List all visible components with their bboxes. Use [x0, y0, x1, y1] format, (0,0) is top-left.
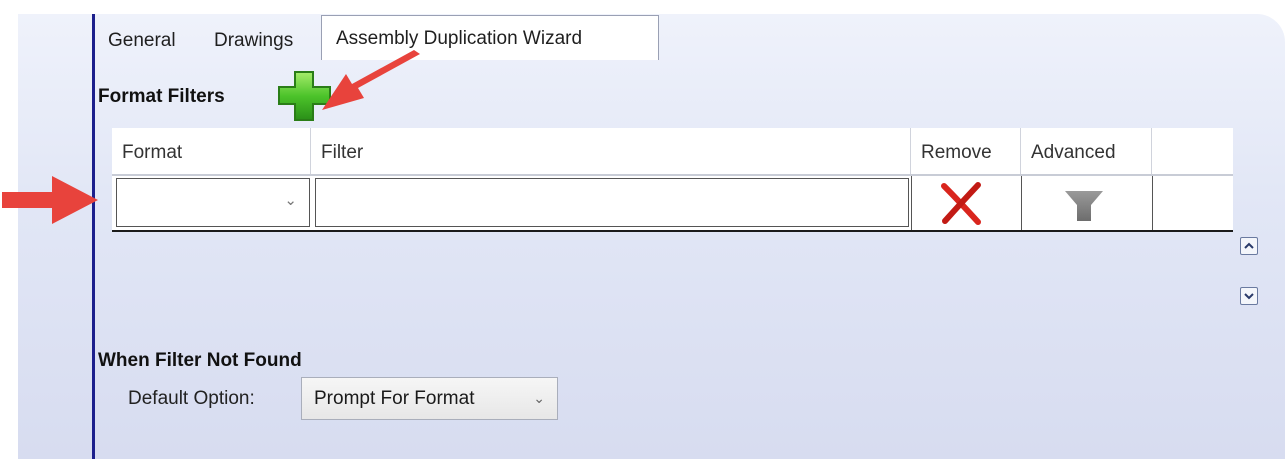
tab-general[interactable]: General — [108, 24, 176, 58]
format-filters-title: Format Filters — [98, 86, 225, 107]
when-filter-not-found-title: When Filter Not Found — [98, 350, 302, 371]
cell-divider — [911, 176, 912, 230]
cell-divider — [1021, 176, 1022, 230]
chevron-down-icon — [1244, 293, 1254, 300]
column-header-advanced[interactable]: Advanced — [1021, 128, 1152, 174]
chevron-down-icon: ⌄ — [284, 192, 297, 209]
chevron-up-icon — [1244, 242, 1254, 249]
accent-divider — [92, 14, 95, 459]
default-option-dropdown[interactable]: Prompt For Format ⌄ — [301, 377, 558, 420]
red-x-icon — [941, 182, 981, 225]
remove-filter-button[interactable] — [938, 182, 984, 226]
default-option-value: Prompt For Format — [314, 388, 475, 409]
funnel-icon — [1065, 191, 1103, 221]
format-filters-grid: Format Filter Remove Advanced ⌄ — [112, 128, 1233, 232]
column-header-format[interactable]: Format — [112, 128, 311, 174]
header-divider — [112, 174, 1233, 176]
annotation-arrow-icon — [2, 176, 98, 224]
column-header-remove[interactable]: Remove — [911, 128, 1021, 174]
advanced-filter-button[interactable] — [1062, 188, 1106, 224]
annotation-arrow-icon — [322, 50, 420, 110]
tab-drawings[interactable]: Drawings — [214, 24, 293, 58]
column-header-filter[interactable]: Filter — [311, 128, 911, 174]
filter-input[interactable] — [315, 178, 909, 227]
scroll-up-button[interactable] — [1240, 237, 1258, 255]
format-dropdown[interactable]: ⌄ — [116, 178, 310, 227]
scroll-down-button[interactable] — [1240, 287, 1258, 305]
grid-bottom-border — [112, 230, 1233, 232]
default-option-label: Default Option: — [128, 388, 255, 409]
chevron-down-icon: ⌄ — [533, 390, 545, 406]
cell-divider — [1152, 176, 1153, 230]
